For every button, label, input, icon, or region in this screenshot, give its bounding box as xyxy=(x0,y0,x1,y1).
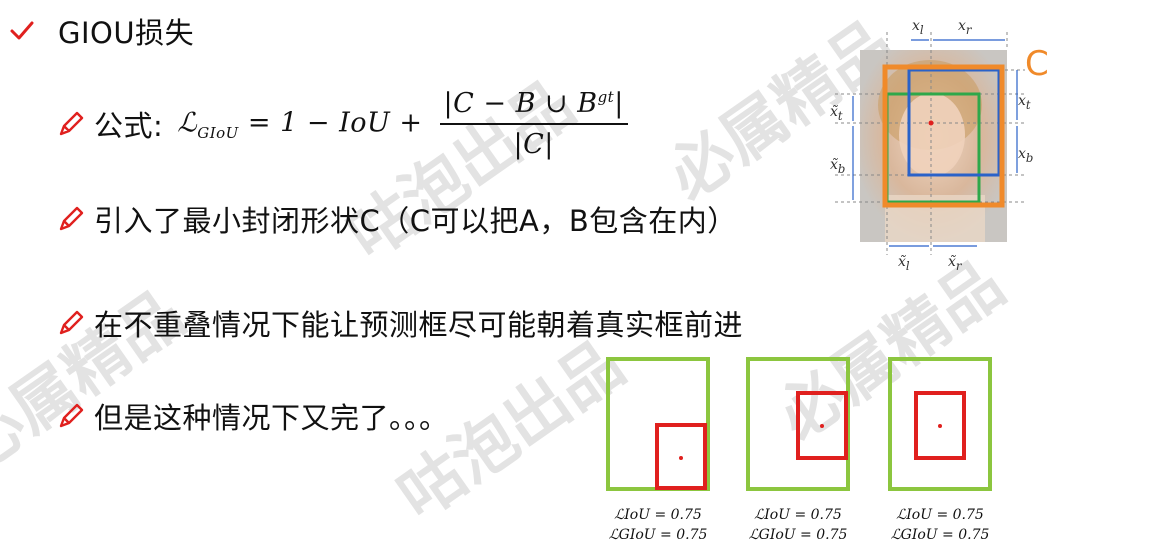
pencil-icon xyxy=(59,206,84,231)
label-tilde-xt: x̃t xyxy=(830,104,843,123)
case-1-caption: ℒIoU = 0.75 ℒGIoU = 0.75 xyxy=(608,507,708,543)
label-xr: xr xyxy=(958,18,972,37)
bullet-failure-case: 但是这种情况下又完了。。。 xyxy=(56,395,449,437)
prediction-center xyxy=(938,424,942,428)
slide-title: GIOU损失 xyxy=(58,16,195,50)
label-xt: xt xyxy=(1018,93,1031,112)
pencil-icon xyxy=(59,310,84,335)
formula-fraction: |C − B ∪ Bgt| |C| xyxy=(439,88,628,160)
title-row: GIOU损失 xyxy=(8,10,194,52)
pencil-icon xyxy=(59,403,84,428)
formula: ℒGIoU = 1 − IoU + |C − B ∪ Bgt| |C| xyxy=(177,88,628,160)
pencil-icon xyxy=(59,111,84,136)
bullet-text: 引入了最小封闭形状C（C可以把A，B包含在内） xyxy=(94,204,737,238)
center-dot xyxy=(928,120,934,126)
prediction-center xyxy=(679,456,683,460)
label-tilde-xl: x̃l xyxy=(898,254,910,273)
bullet-enclosing-shape: 引入了最小封闭形状C（C可以把A，B包含在内） xyxy=(56,198,737,240)
check-icon xyxy=(10,21,34,40)
bullet-text: 在不重叠情况下能让预测框尽可能朝着真实框前进 xyxy=(94,308,744,342)
formula-label: 公式: xyxy=(94,109,164,143)
label-xb: xb xyxy=(1018,146,1034,165)
failure-cases-diagram xyxy=(606,357,992,491)
label-xl: xl xyxy=(912,18,924,37)
bullet-non-overlap: 在不重叠情况下能让预测框尽可能朝着真实框前进 xyxy=(56,302,743,344)
label-tilde-xr: x̃r xyxy=(948,254,962,273)
watermark: 必属精品 xyxy=(0,277,198,485)
prediction-center xyxy=(820,424,824,428)
label-tilde-xb: x̃b xyxy=(830,157,846,176)
label-c: C xyxy=(1025,44,1049,84)
formula-row: 公式: ℒGIoU = 1 − IoU + |C − B ∪ Bgt| |C| xyxy=(56,88,628,160)
case-2-caption: ℒIoU = 0.75 ℒGIoU = 0.75 xyxy=(748,507,848,543)
bullet-text: 但是这种情况下又完了。。。 xyxy=(94,401,449,435)
case-3-caption: ℒIoU = 0.75 ℒGIoU = 0.75 xyxy=(890,507,990,543)
